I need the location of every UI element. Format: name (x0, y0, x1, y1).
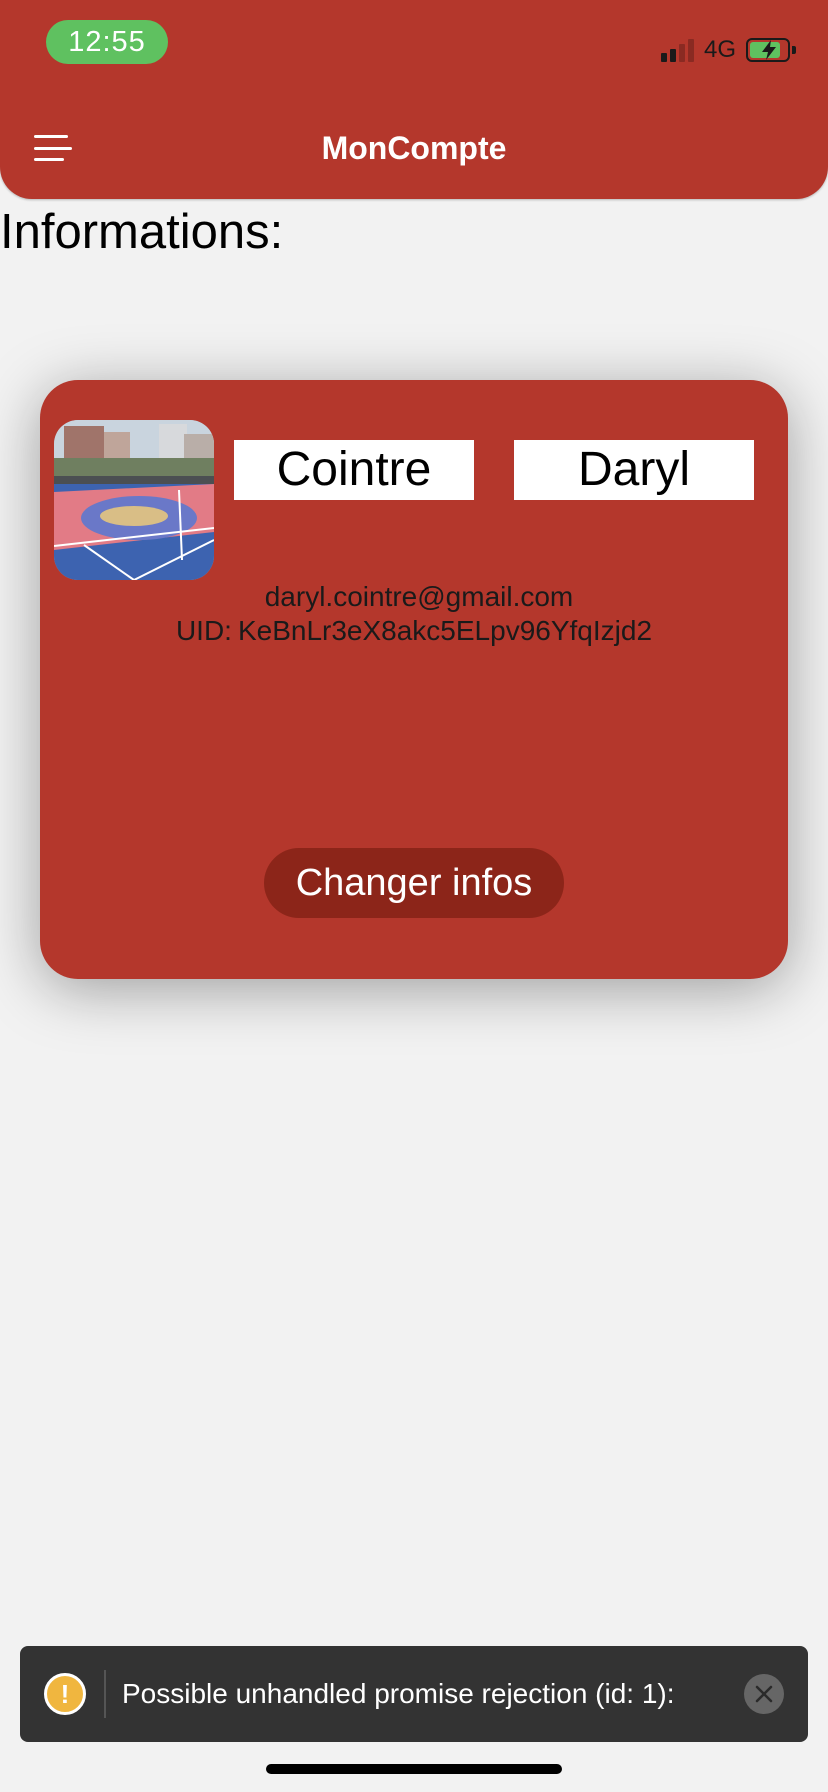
network-type: 4G (703, 36, 736, 63)
home-indicator[interactable] (266, 1764, 562, 1774)
toast-message: Possible unhandled promise rejection (id… (122, 1678, 675, 1709)
section-title: Informations: (0, 205, 284, 259)
screen: 12:55 4G MonCompte Informations: Cointre… (0, 0, 828, 1792)
profile-card: Cointre Daryl daryl.cointre@gmail.com UI… (40, 380, 788, 979)
toast-divider (104, 1670, 106, 1718)
profile-avatar[interactable] (54, 420, 214, 580)
email-text: daryl.cointre@gmail.com (264, 581, 574, 612)
basketball-court-image (54, 420, 214, 580)
battery-charging-icon (746, 38, 796, 62)
last-name-field[interactable]: Cointre (234, 440, 474, 500)
page-title: MonCompte (321, 130, 507, 166)
uid-label: UID: (175, 615, 232, 646)
close-icon[interactable] (744, 1674, 784, 1714)
warning-icon: ! (44, 1673, 86, 1715)
cellular-signal-icon (660, 38, 694, 62)
status-time: 12:55 (46, 20, 168, 64)
warning-toast[interactable]: ! Possible unhandled promise rejection (… (20, 1646, 808, 1742)
uid-value: KeBnLr3eX8akc5ELpv96YfqIzjd2 (237, 615, 653, 646)
uid-text: UID: KeBnLr3eX8akc5ELpv96YfqIzjd2 (40, 612, 788, 650)
first-name-field[interactable]: Daryl (514, 440, 754, 500)
app-header: 12:55 4G MonCompte (0, 0, 828, 199)
change-info-button[interactable]: Changer infos (264, 848, 564, 918)
status-indicators: 4G (660, 34, 796, 66)
